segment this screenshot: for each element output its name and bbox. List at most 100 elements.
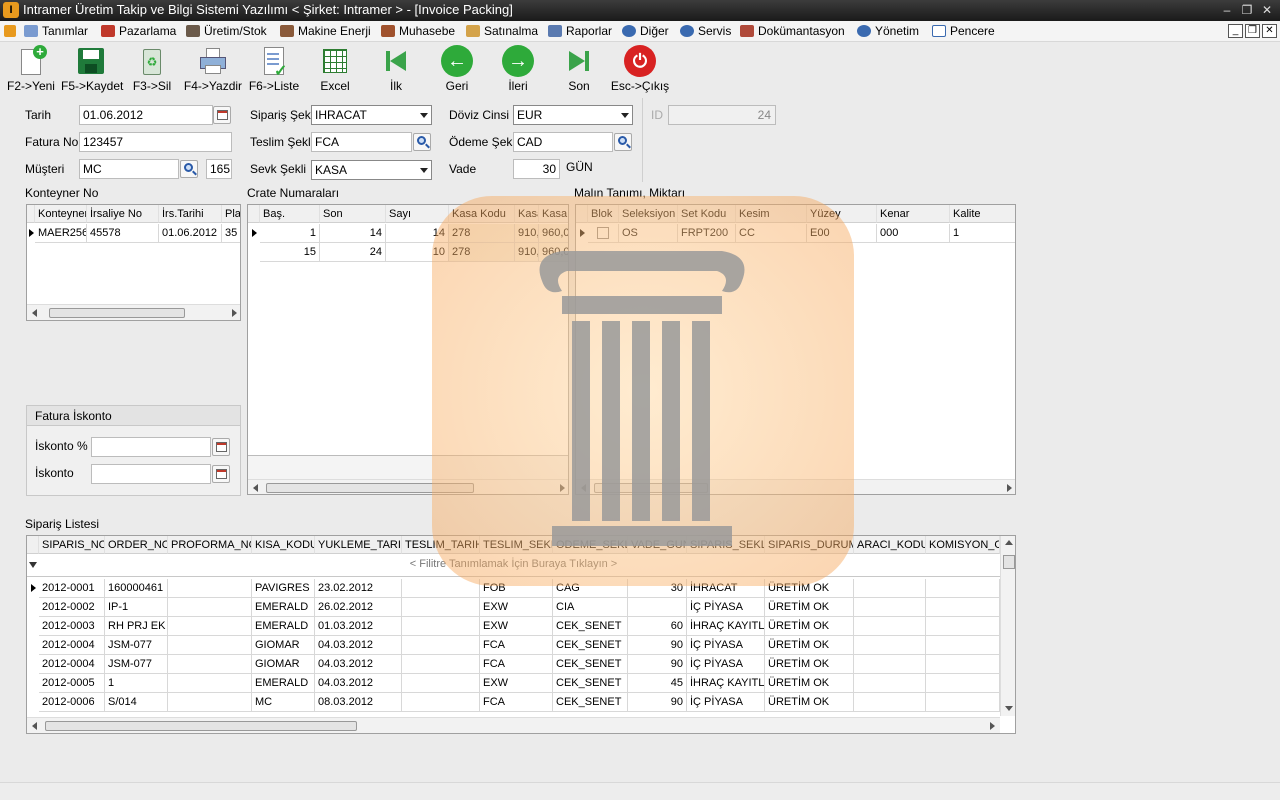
table-cell[interactable]: ÜRETİM OK — [765, 617, 854, 636]
table-cell[interactable]: EMERALD — [252, 617, 315, 636]
table-cell[interactable]: İHRACAT — [687, 579, 765, 598]
column-header[interactable]: SIPARIS_NO — [39, 536, 105, 554]
table-cell[interactable]: 910, — [515, 243, 539, 262]
column-header[interactable]: Kasa — [515, 205, 539, 223]
previous-button[interactable]: ← Geri — [427, 45, 487, 93]
menu-uretim-stok[interactable]: Üretim/Stok — [186, 23, 267, 40]
crate-hscroll[interactable] — [248, 479, 568, 494]
menu-makine-enerji[interactable]: Makine Enerji — [280, 23, 371, 40]
table-cell[interactable]: MAER2568 — [35, 224, 87, 243]
iskonto-pct-calc-button[interactable] — [212, 438, 230, 456]
table-cell[interactable] — [926, 598, 1000, 617]
table-cell[interactable]: JSM-077 — [105, 636, 168, 655]
table-cell[interactable]: 2012-0004 — [39, 655, 105, 674]
menu-pazarlama[interactable]: Pazarlama — [101, 23, 176, 40]
table-cell[interactable]: 35 — [222, 224, 240, 243]
table-cell[interactable] — [168, 579, 252, 598]
table-cell[interactable]: 2012-0006 — [39, 693, 105, 712]
table-cell[interactable] — [926, 674, 1000, 693]
column-header[interactable]: TESLIM_SEKLI — [480, 536, 553, 554]
table-cell[interactable]: 45 — [628, 674, 687, 693]
malin-grid[interactable]: Blok Seleksiyon Set Kodu Kesim Yüzey Ken… — [575, 204, 1016, 495]
column-header[interactable]: Pla — [222, 205, 240, 223]
table-cell[interactable] — [402, 617, 480, 636]
crate-grid[interactable]: Baş. Son Sayı Kasa Kodu Kasa Kasa 1 14 1… — [247, 204, 569, 495]
column-header[interactable]: PROFORMA_NO — [168, 536, 252, 554]
table-cell[interactable]: 01.03.2012 — [315, 617, 402, 636]
scroll-up-icon[interactable] — [1005, 540, 1013, 545]
table-cell[interactable]: GIOMAR — [252, 655, 315, 674]
column-header[interactable]: YUKLEME_TARIH — [315, 536, 402, 554]
table-cell[interactable]: 14 — [320, 224, 386, 243]
table-cell[interactable] — [854, 693, 926, 712]
column-header[interactable]: KISA_KODU — [252, 536, 315, 554]
table-cell[interactable]: 30 — [628, 579, 687, 598]
table-cell[interactable] — [854, 655, 926, 674]
last-button[interactable]: Son — [549, 45, 609, 93]
table-cell[interactable] — [926, 636, 1000, 655]
table-cell[interactable]: 90 — [628, 655, 687, 674]
menu-app-icon[interactable] — [4, 23, 20, 40]
table-cell[interactable]: CC — [736, 224, 807, 243]
iskonto-pct-field[interactable] — [91, 437, 211, 457]
table-cell[interactable]: EXW — [480, 674, 553, 693]
menu-servis[interactable]: Servis — [680, 23, 731, 40]
table-cell[interactable]: EMERALD — [252, 598, 315, 617]
table-cell[interactable]: 1 — [950, 224, 1015, 243]
table-cell[interactable]: CEK_SENET — [553, 674, 628, 693]
table-cell[interactable]: İÇ PİYASA — [687, 636, 765, 655]
table-cell[interactable] — [402, 598, 480, 617]
scroll-down-icon[interactable] — [1005, 706, 1013, 711]
table-cell[interactable] — [402, 693, 480, 712]
column-header[interactable]: TESLIM_TARIH — [402, 536, 480, 554]
table-cell[interactable]: 960,0 — [539, 224, 568, 243]
siparis-grid[interactable]: SIPARIS_NO ORDER_NO PROFORMA_NO KISA_KOD… — [26, 535, 1016, 734]
table-cell[interactable]: PAVIGRES — [252, 579, 315, 598]
table-cell[interactable]: FCA — [480, 693, 553, 712]
table-cell[interactable]: ÜRETİM OK — [765, 655, 854, 674]
konteyner-hscroll[interactable] — [27, 304, 240, 320]
table-cell[interactable] — [168, 655, 252, 674]
column-header[interactable]: SIPARIS_DURUM — [765, 536, 854, 554]
vade-field[interactable]: 30 — [513, 159, 560, 179]
table-cell[interactable]: FOB — [480, 579, 553, 598]
list-button[interactable]: ✓ F6->Liste — [244, 45, 304, 93]
column-header[interactable]: Kasa — [539, 205, 568, 223]
table-cell[interactable] — [402, 636, 480, 655]
table-cell[interactable]: CEK_SENET — [553, 617, 628, 636]
column-header[interactable]: Baş. — [260, 205, 320, 223]
table-cell[interactable]: CEK_SENET — [553, 636, 628, 655]
table-cell[interactable]: ÜRETİM OK — [765, 636, 854, 655]
table-cell[interactable]: EMERALD — [252, 674, 315, 693]
siparis-hscroll[interactable] — [27, 717, 1000, 733]
table-cell[interactable]: RH PRJ EK — [105, 617, 168, 636]
column-header[interactable]: İrs.Tarihi — [159, 205, 222, 223]
table-cell[interactable] — [854, 636, 926, 655]
table-cell[interactable]: 90 — [628, 636, 687, 655]
table-cell[interactable] — [402, 674, 480, 693]
table-cell[interactable] — [926, 655, 1000, 674]
musteri-search-button[interactable] — [180, 160, 198, 178]
table-cell[interactable]: 04.03.2012 — [315, 655, 402, 674]
table-cell[interactable]: 04.03.2012 — [315, 674, 402, 693]
column-header[interactable]: ARACI_KODU — [854, 536, 926, 554]
table-cell[interactable]: 960,0 — [539, 243, 568, 262]
table-cell[interactable]: 10 — [386, 243, 449, 262]
table-cell[interactable]: EXW — [480, 598, 553, 617]
column-header[interactable]: Sayı — [386, 205, 449, 223]
delete-button[interactable]: ♻ F3->Sil — [122, 45, 182, 93]
column-header[interactable]: Yüzey — [807, 205, 877, 223]
excel-button[interactable]: Excel — [305, 45, 365, 93]
save-button[interactable]: F5->Kaydet — [61, 45, 123, 93]
table-cell[interactable]: 90 — [628, 693, 687, 712]
table-cell[interactable] — [628, 598, 687, 617]
table-cell[interactable] — [926, 579, 1000, 598]
column-header[interactable]: Kenar — [877, 205, 950, 223]
new-button[interactable]: + F2->Yeni — [1, 45, 61, 94]
column-header[interactable]: Seleksiyon — [619, 205, 678, 223]
table-cell[interactable] — [926, 693, 1000, 712]
table-cell[interactable] — [168, 674, 252, 693]
table-cell[interactable]: 2012-0003 — [39, 617, 105, 636]
close-button[interactable]: ✕ — [1258, 2, 1276, 18]
table-cell[interactable] — [402, 579, 480, 598]
